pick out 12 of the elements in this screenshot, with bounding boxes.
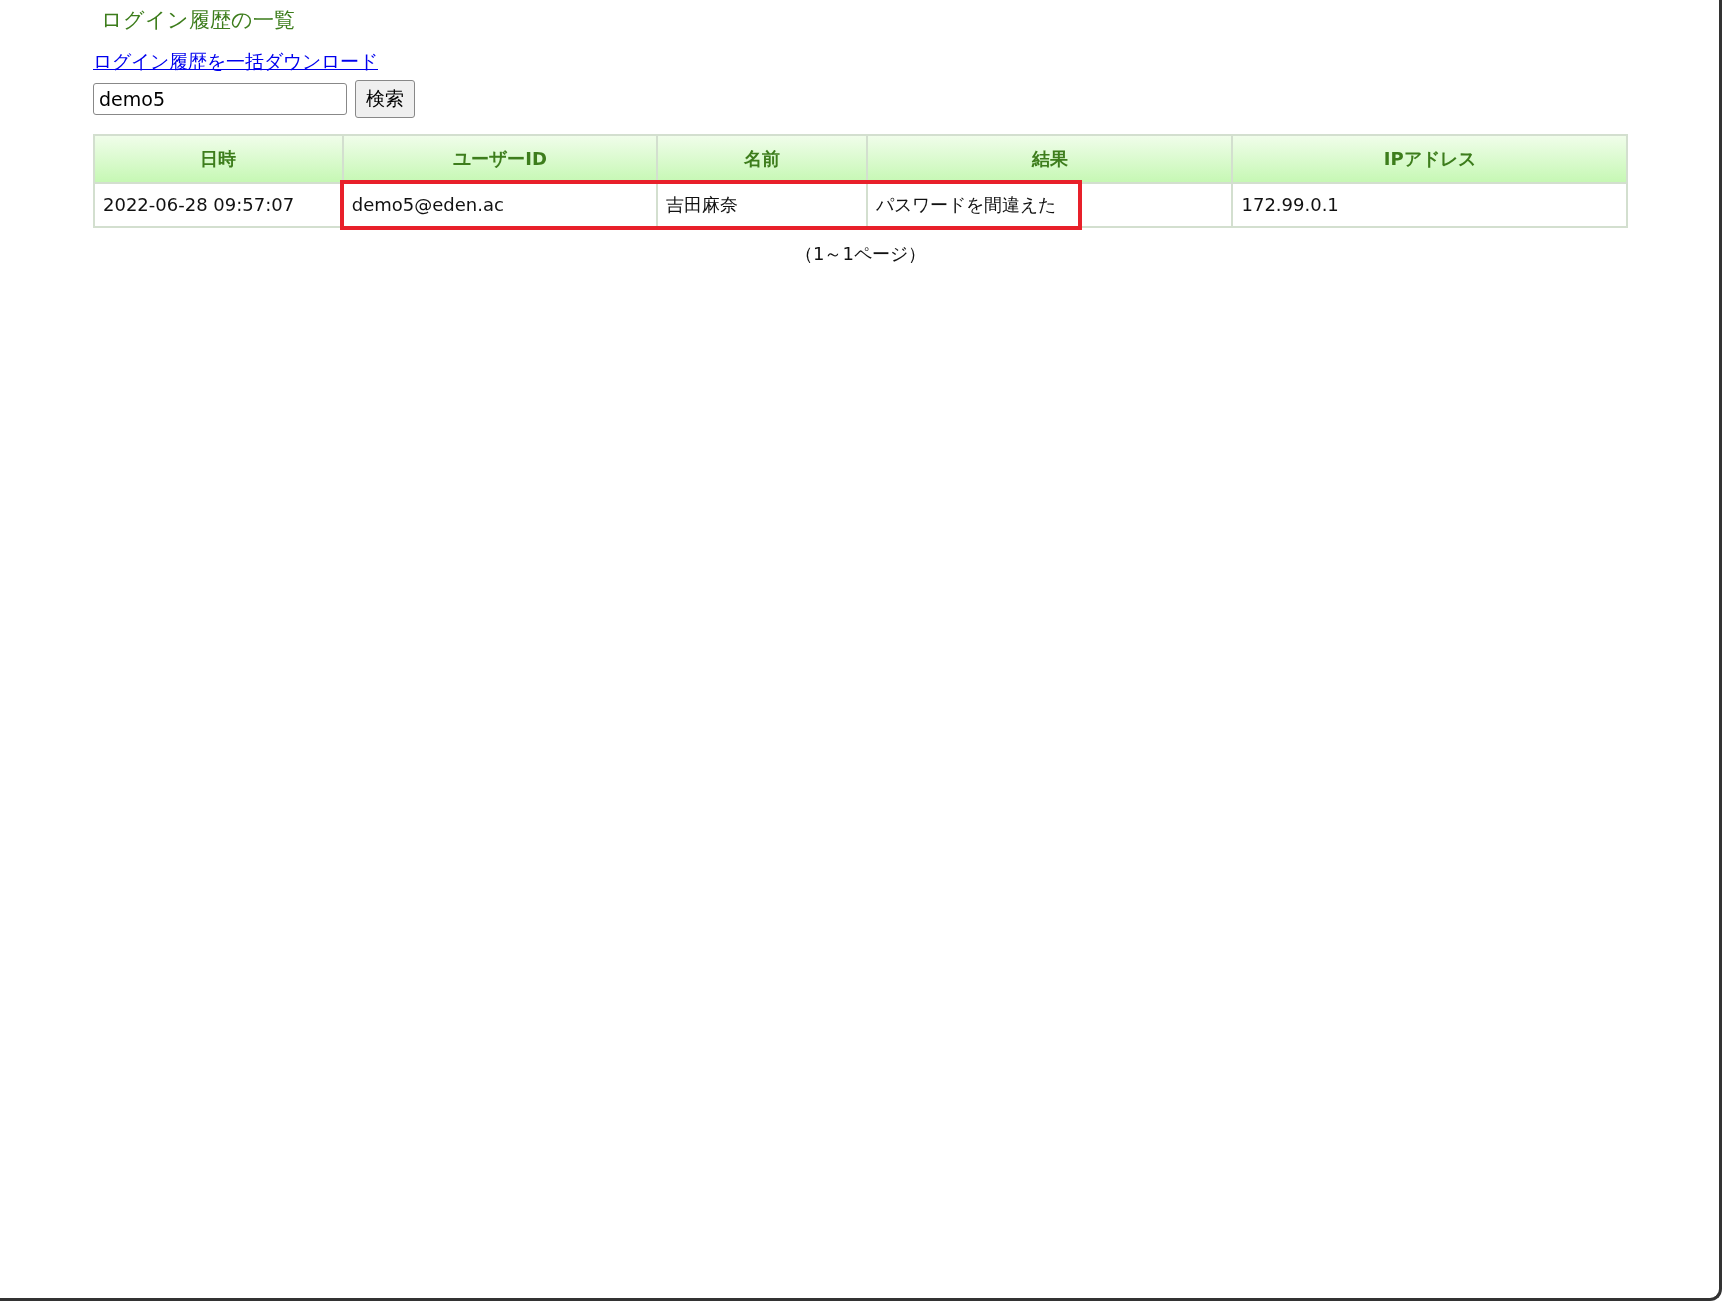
column-header: IPアドレス <box>1232 134 1627 183</box>
page-title: ログイン履歴の一覧 <box>101 8 296 34</box>
column-header: 日時 <box>94 134 343 183</box>
column-header: 名前 <box>657 134 868 183</box>
table-cell: 172.99.0.1 <box>1232 182 1627 227</box>
download-link[interactable]: ログイン履歴を一括ダウンロード <box>93 50 378 73</box>
column-header: 結果 <box>867 134 1233 183</box>
column-header: ユーザーID <box>342 134 658 183</box>
table-cell: 2022-06-28 09:57:07 <box>94 182 343 227</box>
search-button[interactable]: 検索 <box>355 79 415 118</box>
pagination-text: （1～1ページ） <box>795 242 926 264</box>
search-field[interactable]: demo5 <box>93 82 347 115</box>
